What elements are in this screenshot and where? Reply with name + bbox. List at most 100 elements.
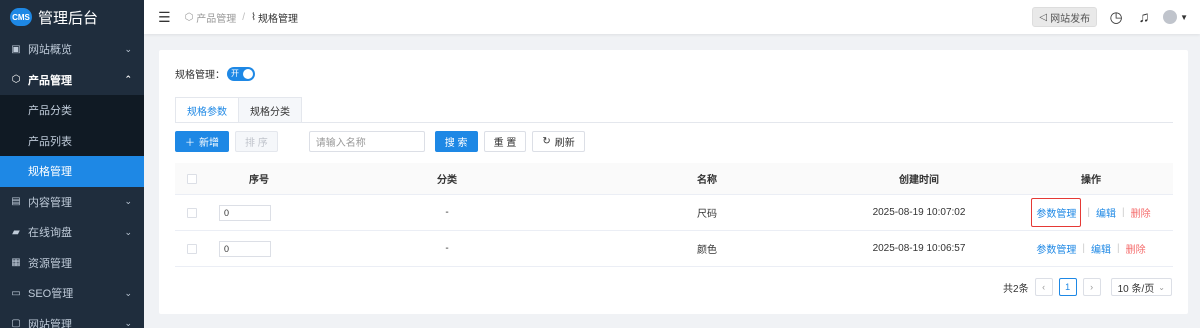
spec-table: 序号 分类 名称 创建时间 操作 0 - 尺码 2025-08-19 10:07… xyxy=(175,163,1173,267)
edit-link[interactable]: 编辑 xyxy=(1091,241,1111,256)
add-label: 新增 xyxy=(199,138,219,149)
caret-down-icon: ▼ xyxy=(1180,12,1188,22)
total-count: 共2条 xyxy=(1003,283,1029,295)
toggle-knob xyxy=(243,68,253,79)
seq-cell: 0 xyxy=(209,240,309,257)
ops-separator: | xyxy=(1087,207,1090,218)
user-menu[interactable]: ▼ xyxy=(1163,10,1188,24)
row-checkbox[interactable] xyxy=(187,243,197,254)
sidebar-item-label: 网站概览 xyxy=(28,44,72,57)
chevron-down-icon: ⌄ xyxy=(124,287,132,298)
avatar xyxy=(1163,10,1178,24)
breadcrumb-separator: / xyxy=(242,11,246,23)
sidebar-item-label: 网站管理 xyxy=(28,318,72,328)
sidebar-item-inquiry[interactable]: ▰ 在线询盘 ⌄ xyxy=(0,217,144,248)
sidebar-item-label: SEO管理 xyxy=(28,288,74,301)
sidebar-item-seo[interactable]: ▭ SEO管理 ⌄ xyxy=(0,278,144,309)
table-row: 0 - 颜色 2025-08-19 10:06:57 参数管理 | 编辑 | 删… xyxy=(175,231,1173,267)
chevron-down-icon: ⌄ xyxy=(124,318,132,328)
sidebar-subitem-product-category[interactable]: 产品分类 xyxy=(0,95,144,126)
ops-cell: 参数管理 | 编辑 | 删除 xyxy=(1009,198,1173,227)
chevron-down-icon: ⌄ xyxy=(124,43,132,54)
breadcrumb-current: 规格管理 xyxy=(257,13,298,25)
ops-cell: 参数管理 | 编辑 | 删除 xyxy=(1009,241,1173,256)
bell-icon[interactable]: ♫ xyxy=(1135,9,1153,26)
reset-button[interactable]: 重 置 xyxy=(483,131,527,152)
toolbar: ＋ 新增 排 序 请输入名称 搜 索 重 置 ↻ 刷新 xyxy=(175,131,585,152)
tab-spec-category[interactable]: 规格分类 xyxy=(239,97,302,123)
row-checkbox[interactable] xyxy=(187,207,197,218)
sort-button[interactable]: 排 序 xyxy=(235,131,278,152)
delete-link[interactable]: 删除 xyxy=(1126,241,1146,256)
table-row: 0 - 尺码 2025-08-19 10:07:02 参数管理 | 编辑 | 删… xyxy=(175,195,1173,231)
switch-label: 规格管理： xyxy=(175,70,225,81)
edit-link[interactable]: 编辑 xyxy=(1096,205,1116,220)
tag-icon: ⌇ xyxy=(251,11,256,23)
page-size-select[interactable]: 10 条/页 ⌄ xyxy=(1110,278,1172,296)
param-manage-link[interactable]: 参数管理 xyxy=(1031,198,1082,227)
chevron-down-icon: ⌄ xyxy=(1158,282,1165,292)
sidebar-item-resources[interactable]: ▦ 资源管理 xyxy=(0,248,144,279)
sidebar-item-overview[interactable]: ▣ 网站概览 ⌄ xyxy=(0,34,144,65)
delete-link[interactable]: 删除 xyxy=(1131,205,1151,220)
sidebar-item-label: 资源管理 xyxy=(28,257,72,270)
prev-page-button[interactable]: ‹ xyxy=(1034,278,1053,296)
tabs-divider xyxy=(175,122,1173,123)
sidebar-subitem-product-list[interactable]: 产品列表 xyxy=(0,126,144,157)
search-input[interactable]: 请输入名称 xyxy=(308,131,425,152)
sidebar-item-label: 产品管理 xyxy=(28,74,72,87)
products-submenu: 产品分类 产品列表 规格管理 xyxy=(0,95,144,187)
sidebar-item-products[interactable]: ⬡ 产品管理 ⌃ xyxy=(0,65,144,96)
seq-input[interactable]: 0 xyxy=(219,204,271,221)
publish-button[interactable]: ◁ 网站发布 xyxy=(1032,7,1098,27)
sidebar-item-label: 在线询盘 xyxy=(28,227,72,240)
row-check-cell xyxy=(175,243,209,254)
main-card: 规格管理： 开 规格参数 规格分类 ＋ 新增 排 序 请输入名称 搜 索 重 置… xyxy=(159,50,1188,314)
topbar: ☰ ⬡ 产品管理 / ⌇ 规格管理 ◁ 网站发布 ◷ ♫ ▼ xyxy=(144,0,1200,34)
sidebar-item-site[interactable]: ▢ 网站管理 ⌄ xyxy=(0,309,144,328)
page-size-value: 10 条/页 xyxy=(1117,283,1155,295)
ops-separator: | xyxy=(1082,243,1085,254)
chevron-left-icon: ‹ xyxy=(1042,282,1046,292)
tab-spec-params[interactable]: 规格参数 xyxy=(175,97,239,123)
sidebar-item-label: 内容管理 xyxy=(28,196,72,209)
seq-input[interactable]: 0 xyxy=(219,240,271,257)
toggle-text: 开 xyxy=(231,68,239,78)
box-icon: ⬡ xyxy=(184,11,194,23)
topbar-actions: ◁ 网站发布 ◷ ♫ ▼ xyxy=(1032,0,1188,34)
pagination: 共2条 ‹ 1 › 10 条/页 ⌄ xyxy=(1003,278,1172,296)
spec-toggle[interactable]: 开 xyxy=(227,66,255,81)
category-cell: - xyxy=(445,243,449,254)
chevron-down-icon: ⌄ xyxy=(124,196,132,207)
select-all-checkbox[interactable] xyxy=(187,173,197,184)
param-manage-link[interactable]: 参数管理 xyxy=(1036,241,1076,256)
seq-cell: 0 xyxy=(209,204,309,221)
page-number[interactable]: 1 xyxy=(1058,278,1077,296)
header-created: 创建时间 xyxy=(899,175,939,186)
sidebar-subitem-spec-management[interactable]: 规格管理 xyxy=(0,156,144,187)
name-cell: 颜色 xyxy=(697,245,717,256)
header-seq: 序号 xyxy=(249,175,269,186)
refresh-icon: ↻ xyxy=(542,136,551,147)
ops-separator: | xyxy=(1117,243,1120,254)
search-button[interactable]: 搜 索 xyxy=(434,131,478,152)
dashboard-icon: ▣ xyxy=(11,43,21,55)
refresh-button[interactable]: ↻ 刷新 xyxy=(532,131,585,152)
row-check-cell xyxy=(175,207,209,218)
created-cell: 2025-08-19 10:07:02 xyxy=(872,207,966,218)
next-page-button[interactable]: › xyxy=(1082,278,1101,296)
chat-icon: ▰ xyxy=(12,226,20,238)
logo[interactable]: CMS 管理后台 xyxy=(0,0,144,34)
add-button[interactable]: ＋ 新增 xyxy=(175,131,229,152)
app-title: 管理后台 xyxy=(38,9,99,27)
refresh-label: 刷新 xyxy=(554,138,575,149)
ops-separator: | xyxy=(1122,207,1125,218)
menu-fold-icon[interactable]: ☰ xyxy=(158,9,171,26)
document-icon: ▤ xyxy=(11,196,21,208)
plus-icon: ＋ xyxy=(185,138,195,149)
sidebar-item-content[interactable]: ▤ 内容管理 ⌄ xyxy=(0,187,144,218)
breadcrumb-item[interactable]: 产品管理 xyxy=(196,10,236,25)
chevron-up-icon: ⌃ xyxy=(124,74,132,85)
history-icon[interactable]: ◷ xyxy=(1107,8,1125,26)
publish-label: 网站发布 xyxy=(1050,13,1091,25)
